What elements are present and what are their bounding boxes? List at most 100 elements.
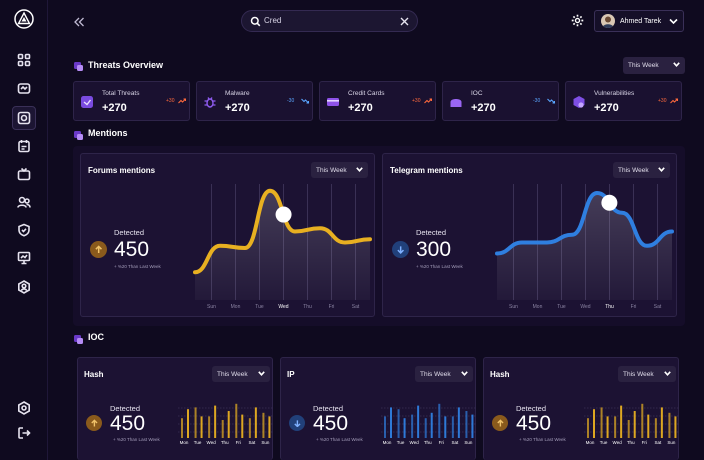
- ioc-bar-chart: [178, 403, 273, 438]
- period-dropdown[interactable]: This Week: [311, 162, 368, 178]
- search-bar[interactable]: Cred: [241, 10, 418, 32]
- ioc-bar: [674, 416, 677, 438]
- chart-day-label: Mon: [382, 440, 392, 445]
- ioc-bar: [390, 407, 392, 438]
- settings-icon[interactable]: [16, 400, 32, 416]
- chevron-down-icon: [658, 167, 665, 172]
- stat-label: Total Threats: [102, 90, 140, 97]
- trend-up-icon: [178, 98, 186, 104]
- chart-day-label: Sun: [509, 304, 518, 310]
- presentation-icon[interactable]: [16, 250, 32, 266]
- ioc-bar: [262, 412, 265, 438]
- stat-value: +270: [102, 102, 127, 114]
- ioc-bar: [627, 420, 630, 438]
- clear-search-icon[interactable]: [400, 17, 409, 26]
- chevron-down-icon[interactable]: [669, 18, 678, 25]
- arrow-up-icon: [90, 241, 107, 258]
- mention-panel: Forums mentions This Week Detected 450 + %20…: [80, 153, 375, 317]
- trend-down-icon: [301, 98, 309, 104]
- panel-title: IP: [287, 370, 295, 379]
- stat-card[interactable]: Malware +270 -30: [196, 81, 313, 121]
- brand-logo-icon[interactable]: [14, 9, 34, 29]
- hexagon-user-icon[interactable]: [16, 279, 32, 295]
- stat-label: Malware: [225, 90, 250, 97]
- section-title: IOC: [88, 332, 105, 342]
- chart-day-label: Thu: [626, 440, 635, 445]
- chart-marker[interactable]: [275, 206, 292, 223]
- section-title: Threats Overview: [88, 60, 164, 70]
- ioc-bar: [248, 418, 251, 438]
- users-icon[interactable]: [16, 194, 32, 210]
- stat-label: Credit Cards: [348, 90, 385, 97]
- panel-title: Forums mentions: [88, 166, 156, 175]
- stat-card[interactable]: Vulnerabilities +270 +30: [565, 81, 682, 121]
- user-menu[interactable]: Ahmed Tarek: [594, 10, 684, 32]
- detected-value: 450: [313, 412, 349, 435]
- chart-day-label: Fri: [630, 304, 637, 310]
- ioc-bar: [411, 414, 414, 438]
- ioc-panel: Hash This Week Detected 450 + %20 Than Last …: [77, 357, 273, 460]
- detected-value: 300: [416, 238, 452, 261]
- ioc-bar: [633, 411, 636, 438]
- ioc-bar: [647, 414, 650, 438]
- mentions-icon: [73, 128, 84, 140]
- stat-label: IOC: [471, 90, 483, 97]
- detected-label: Detected: [416, 228, 447, 237]
- shield-check-icon[interactable]: [16, 222, 32, 238]
- logout-icon[interactable]: [16, 425, 32, 441]
- detected-value: 450: [110, 412, 146, 435]
- chart-day-label: Sun: [207, 304, 216, 310]
- detected-value: 450: [516, 412, 552, 435]
- stat-delta: -30: [533, 98, 541, 104]
- ioc-bar: [438, 403, 441, 438]
- period-dropdown[interactable]: This Week: [415, 366, 473, 382]
- ioc-bar: [587, 418, 589, 438]
- chart-day-label: Tue: [599, 440, 608, 445]
- ioc-section-icon: [73, 332, 84, 344]
- detected-label: Detected: [114, 228, 145, 237]
- chart-day-label: Fri: [235, 440, 241, 445]
- tv-icon[interactable]: [16, 166, 32, 182]
- calendar-icon[interactable]: [16, 138, 32, 154]
- chart-day-label: Sun: [667, 440, 676, 445]
- stat-card[interactable]: Credit Cards +270 +30: [319, 81, 436, 121]
- settings-gear-icon[interactable]: [571, 14, 584, 27]
- ioc-bar: [430, 412, 433, 438]
- ioc-bar: [668, 412, 671, 438]
- stat-card[interactable]: Total Threats +270 +30: [73, 81, 190, 121]
- period-dropdown[interactable]: This Week: [613, 162, 670, 178]
- period-dropdown[interactable]: This Week: [623, 57, 685, 74]
- ioc-bar: [200, 416, 203, 438]
- ioc-bar: [457, 407, 460, 438]
- ioc-bar: [465, 411, 468, 438]
- period-dropdown[interactable]: This Week: [618, 366, 676, 382]
- chart-day-label: Wed: [206, 440, 216, 445]
- period-label: This Week: [628, 62, 659, 69]
- collapse-sidebar-icon[interactable]: [73, 15, 85, 27]
- chart-day-label: Fri: [438, 440, 444, 445]
- chart-day-label: Thu: [220, 440, 229, 445]
- chart-day-label: Fri: [641, 440, 647, 445]
- stat-card[interactable]: IOC +270 -30: [442, 81, 559, 121]
- detected-note: + %20 Than Last Week: [519, 437, 566, 442]
- period-label: This Week: [618, 166, 649, 174]
- arrow-down-icon: [289, 415, 305, 431]
- stat-delta: -30: [287, 98, 295, 104]
- ioc-panel: Hash This Week Detected 450 + %20 Than Last …: [483, 357, 679, 460]
- dashboard-icon[interactable]: [16, 52, 32, 68]
- ioc-panel: IP This Week Detected 450 + %20 Than Last We…: [280, 357, 476, 460]
- period-dropdown[interactable]: This Week: [212, 366, 270, 382]
- monitor-icon[interactable]: [16, 81, 32, 97]
- ioc-bar: [593, 409, 595, 438]
- sidebar: [0, 0, 48, 460]
- ioc-bar: [221, 420, 224, 438]
- trend-down-icon: [547, 98, 555, 104]
- arrow-up-icon: [492, 415, 508, 431]
- threat-intel-icon[interactable]: [12, 106, 36, 130]
- search-input[interactable]: Cred: [264, 16, 281, 25]
- chart-day-label: Wed: [409, 440, 419, 445]
- trend-up-icon: [424, 98, 432, 104]
- detected-note: + %20 Than Last Week: [113, 437, 160, 442]
- chart-marker[interactable]: [601, 194, 618, 211]
- ioc-bar: [417, 405, 420, 438]
